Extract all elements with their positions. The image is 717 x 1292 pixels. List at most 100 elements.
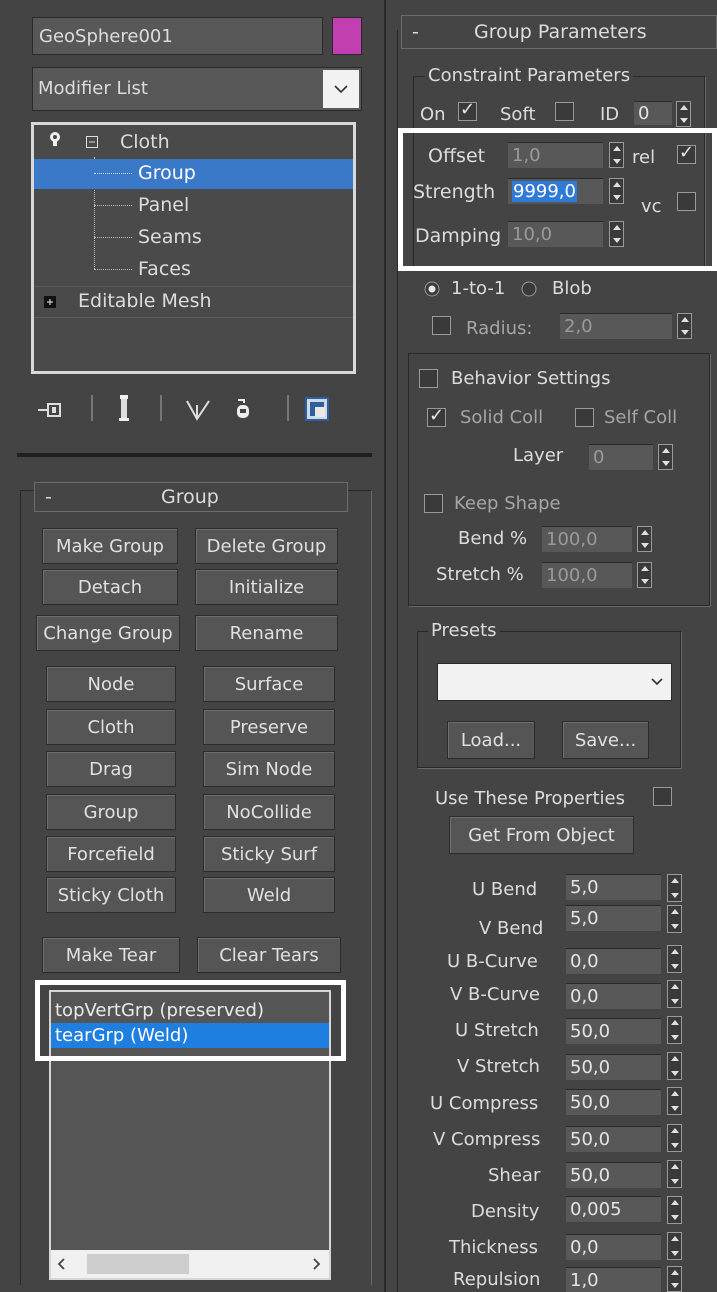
- layer-input[interactable]: 0: [589, 444, 653, 470]
- stretch-input[interactable]: 100,0: [542, 562, 632, 588]
- change-group-button[interactable]: Change Group: [36, 615, 180, 651]
- scroll-right-icon[interactable]: [311, 1258, 321, 1270]
- stack-item-label: Group: [138, 162, 196, 184]
- density-input[interactable]: 0,005: [566, 1196, 661, 1222]
- radio-blob[interactable]: [521, 281, 537, 297]
- v-bend-input[interactable]: 5,0: [566, 905, 661, 931]
- radius-input[interactable]: 2,0: [560, 313, 672, 339]
- group-type-button[interactable]: Group: [46, 794, 176, 830]
- forcefield-button[interactable]: Forcefield: [46, 836, 176, 872]
- object-color-swatch[interactable]: [332, 17, 362, 55]
- surface-button[interactable]: Surface: [203, 666, 335, 702]
- group-rollout-header[interactable]: - Group: [34, 482, 348, 512]
- v-b-curve-input[interactable]: 0,0: [566, 983, 661, 1009]
- initialize-button[interactable]: Initialize: [195, 569, 338, 605]
- id-spinner[interactable]: [676, 101, 691, 127]
- make-unique-icon[interactable]: [185, 397, 211, 423]
- horizontal-scrollbar[interactable]: [51, 1250, 329, 1278]
- nocollide-button[interactable]: NoCollide: [203, 794, 335, 830]
- v-bend-spinner[interactable]: [667, 905, 682, 933]
- pin-stack-icon[interactable]: [36, 399, 64, 421]
- u-stretch-input[interactable]: 50,0: [566, 1018, 661, 1044]
- modifier-list-dropdown[interactable]: Modifier List: [32, 67, 362, 111]
- presets-dropdown[interactable]: [437, 663, 672, 701]
- save-button[interactable]: Save...: [562, 721, 649, 759]
- object-name-field[interactable]: GeoSphere001: [32, 17, 323, 55]
- shear-input[interactable]: 50,0: [566, 1162, 661, 1188]
- lightbulb-icon[interactable]: [48, 131, 62, 149]
- stretch-spinner[interactable]: [637, 562, 652, 588]
- modifier-list-label: Modifier List: [38, 78, 148, 99]
- solid-coll-checkbox[interactable]: [427, 405, 446, 427]
- radio-one-to-one[interactable]: [424, 281, 440, 297]
- v-compress-input[interactable]: 50,0: [566, 1126, 661, 1152]
- scroll-left-icon[interactable]: [57, 1258, 67, 1270]
- u-stretch-label: U Stretch: [455, 1020, 539, 1041]
- make-tear-button[interactable]: Make Tear: [42, 937, 180, 973]
- u-b-curve-spinner[interactable]: [667, 945, 682, 973]
- scrollbar-thumb[interactable]: [87, 1254, 189, 1274]
- u-stretch-spinner[interactable]: [667, 1016, 682, 1044]
- rollout-title: Group Parameters: [474, 21, 647, 43]
- rename-button[interactable]: Rename: [195, 615, 338, 651]
- use-these-properties-checkbox[interactable]: [653, 787, 672, 806]
- show-end-result-icon[interactable]: [117, 393, 131, 423]
- drag-button[interactable]: Drag: [46, 751, 176, 787]
- radius-spinner[interactable]: [677, 313, 692, 339]
- thickness-input[interactable]: 0,0: [566, 1234, 661, 1260]
- shear-label: Shear: [488, 1165, 541, 1186]
- self-coll-checkbox[interactable]: [575, 408, 594, 427]
- sim-node-button[interactable]: Sim Node: [203, 751, 335, 787]
- collapse-minus-icon[interactable]: [86, 136, 98, 148]
- stack-item-editable-mesh[interactable]: Editable Mesh: [34, 287, 353, 317]
- node-button[interactable]: Node: [46, 666, 176, 702]
- stack-item-cloth[interactable]: Cloth: [34, 127, 353, 157]
- cloth-button[interactable]: Cloth: [46, 709, 176, 745]
- delete-group-button[interactable]: Delete Group: [195, 528, 338, 564]
- remove-modifier-icon[interactable]: [234, 397, 252, 421]
- u-bend-label: U Bend: [472, 879, 538, 900]
- load-button[interactable]: Load...: [447, 721, 535, 759]
- thickness-spinner[interactable]: [667, 1232, 682, 1260]
- radius-checkbox[interactable]: [432, 316, 451, 335]
- dropdown-arrow-area[interactable]: [323, 70, 359, 108]
- v-b-curve-spinner[interactable]: [667, 980, 682, 1008]
- density-spinner[interactable]: [667, 1196, 682, 1224]
- u-bend-spinner[interactable]: [667, 874, 682, 902]
- v-stretch-spinner[interactable]: [667, 1052, 682, 1080]
- keep-shape-checkbox[interactable]: [424, 494, 443, 513]
- stack-item-group[interactable]: Group: [34, 159, 353, 189]
- on-checkbox[interactable]: [458, 99, 477, 121]
- stack-item-faces[interactable]: Faces: [34, 255, 353, 285]
- id-input[interactable]: 0: [634, 101, 672, 125]
- stack-item-panel[interactable]: Panel: [34, 191, 353, 221]
- v-compress-spinner[interactable]: [667, 1124, 682, 1152]
- layer-spinner[interactable]: [658, 444, 673, 470]
- repulsion-input[interactable]: 1,0: [566, 1267, 661, 1292]
- weld-button[interactable]: Weld: [203, 877, 335, 913]
- u-bend-input[interactable]: 5,0: [566, 874, 661, 900]
- expand-plus-icon[interactable]: [44, 296, 56, 308]
- shear-spinner[interactable]: [667, 1160, 682, 1188]
- sticky-surf-button[interactable]: Sticky Surf: [203, 836, 335, 872]
- make-group-button[interactable]: Make Group: [42, 528, 178, 564]
- detach-button[interactable]: Detach: [42, 569, 178, 605]
- preserve-button[interactable]: Preserve: [203, 709, 335, 745]
- group-params-header[interactable]: - Group Parameters: [401, 15, 717, 49]
- u-compress-input[interactable]: 50,0: [566, 1089, 661, 1115]
- behavior-settings-checkbox[interactable]: [419, 369, 438, 388]
- soft-checkbox[interactable]: [555, 102, 574, 121]
- stack-item-seams[interactable]: Seams: [34, 223, 353, 253]
- u-b-curve-input[interactable]: 0,0: [566, 948, 661, 974]
- get-from-object-button[interactable]: Get From Object: [449, 816, 634, 854]
- repulsion-spinner[interactable]: [667, 1266, 682, 1292]
- bend-spinner[interactable]: [637, 526, 652, 552]
- panel-separator: [17, 453, 372, 457]
- stack-item-label: Faces: [138, 258, 191, 280]
- bend-input[interactable]: 100,0: [542, 526, 632, 552]
- v-stretch-input[interactable]: 50,0: [566, 1054, 661, 1080]
- sticky-cloth-button[interactable]: Sticky Cloth: [46, 877, 176, 913]
- u-compress-spinner[interactable]: [667, 1087, 682, 1115]
- clear-tears-button[interactable]: Clear Tears: [197, 937, 341, 973]
- configure-modifier-sets-icon[interactable]: [303, 395, 331, 423]
